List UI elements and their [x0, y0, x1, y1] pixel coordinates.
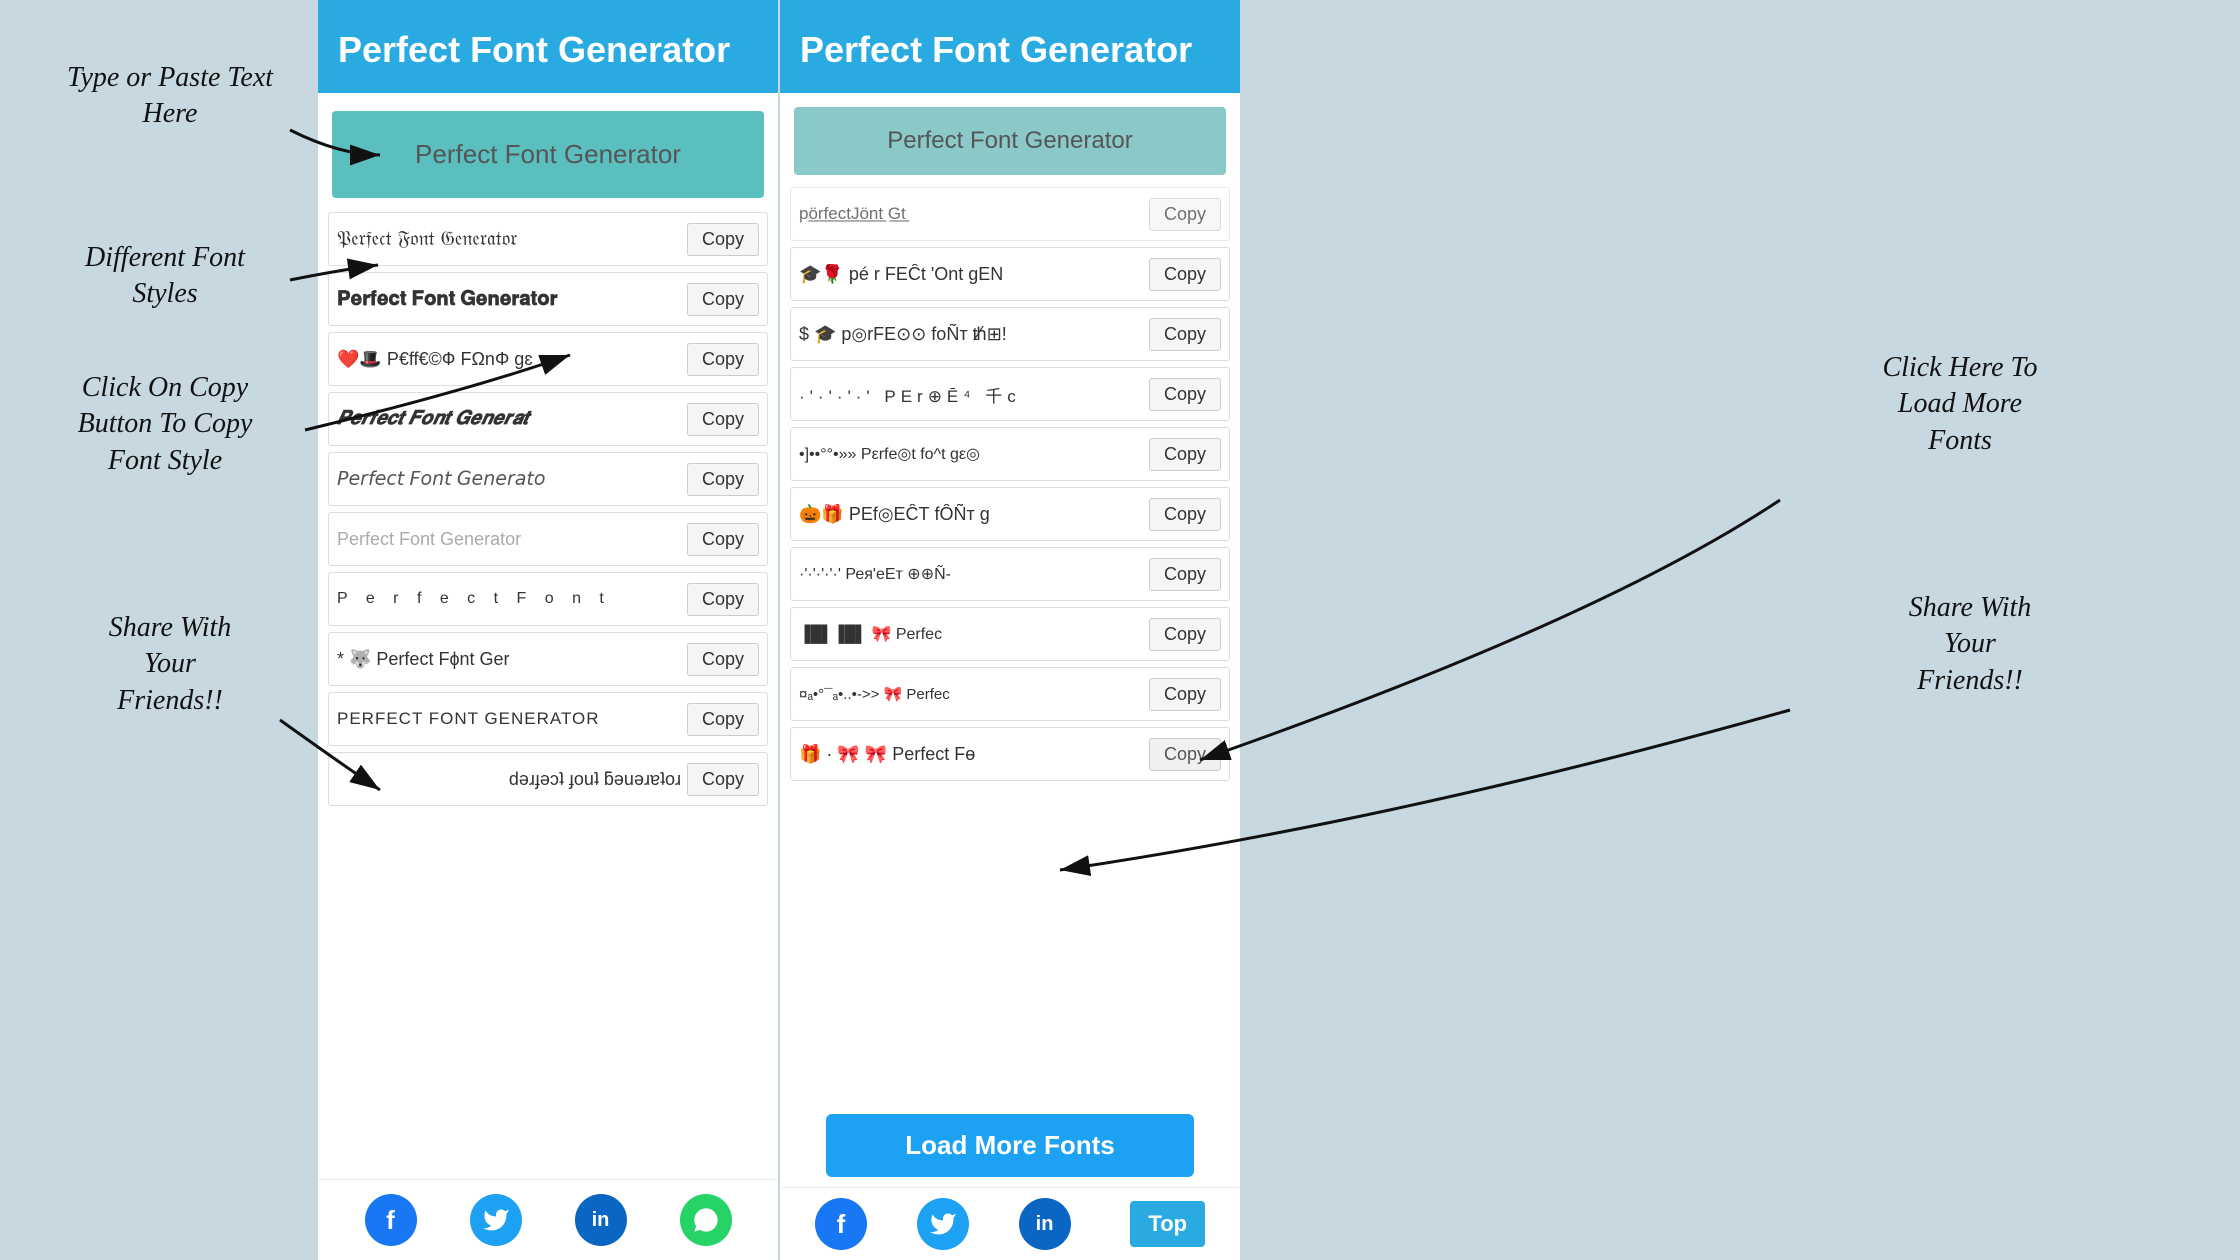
arrow-type [0, 0, 2240, 1260]
